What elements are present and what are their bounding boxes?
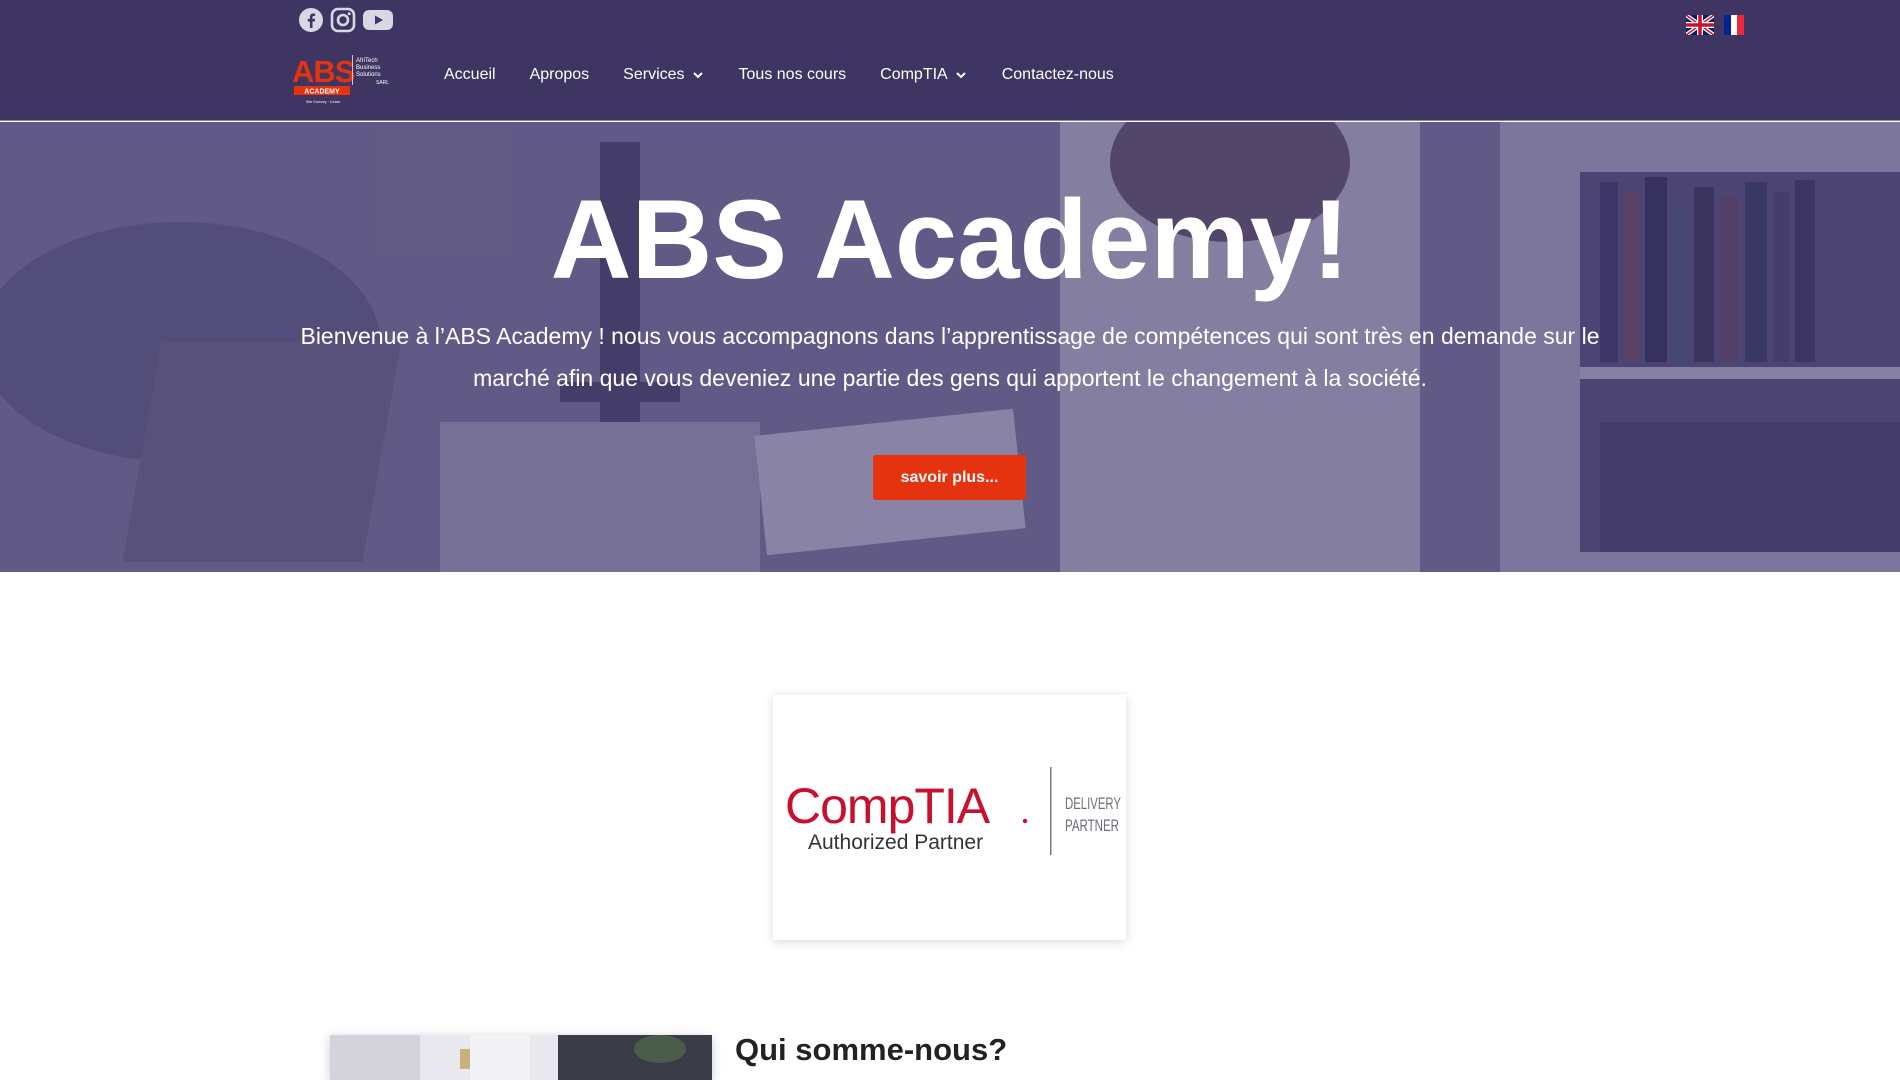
nav-apropos[interactable]: Apropos	[530, 66, 590, 84]
hero-banner: ABS Academy! Bienvenue à l’ABS Academy !…	[0, 122, 1900, 572]
comptia-brand: CompTIA	[785, 778, 991, 834]
instagram-icon[interactable]	[330, 7, 356, 33]
site-header: ABS ACADEMY AfriTech Business Solutions …	[0, 0, 1900, 121]
main-nav: Accueil Apropos Services Tous nos cours …	[444, 66, 1148, 84]
nav-tous-nos-cours[interactable]: Tous nos cours	[739, 66, 847, 84]
nav-label: Tous nos cours	[738, 66, 847, 83]
nav-label: Accueil	[444, 66, 496, 83]
learn-more-button[interactable]: savoir plus...	[873, 455, 1026, 500]
svg-text:We Convey · Learn: We Convey · Learn	[306, 99, 340, 104]
social-links	[298, 7, 394, 33]
nav-label: Apropos	[529, 66, 590, 83]
hero-title: ABS Academy!	[550, 177, 1350, 302]
site-logo[interactable]: ABS ACADEMY AfriTech Business Solutions …	[290, 50, 390, 106]
partner-label: PARTNER	[1065, 816, 1119, 835]
facebook-icon[interactable]	[298, 7, 324, 33]
youtube-icon[interactable]	[362, 7, 394, 33]
chevron-down-icon	[954, 68, 968, 82]
svg-text:AfriTech: AfriTech	[356, 58, 378, 64]
nav-comptia[interactable]: CompTIA	[880, 66, 968, 84]
chevron-down-icon	[691, 68, 705, 82]
about-image	[330, 1035, 712, 1080]
comptia-authorized: Authorized Partner	[808, 831, 983, 854]
uk-flag-icon[interactable]	[1684, 13, 1716, 37]
nav-label: Contactez-nous	[1001, 66, 1114, 83]
nav-label: Services	[623, 66, 685, 83]
delivery-label: DELIVERY	[1065, 794, 1121, 813]
nav-label: CompTIA	[880, 66, 948, 83]
fr-flag-icon[interactable]	[1724, 15, 1744, 35]
nav-services[interactable]: Services	[623, 66, 704, 84]
logo-sub: ACADEMY	[304, 89, 340, 96]
svg-text:Business: Business	[356, 65, 380, 71]
about-title: Qui somme-nous?	[735, 1032, 1008, 1067]
hero-description: Bienvenue à l’ABS Academy ! nous vous ac…	[300, 323, 1600, 391]
svg-text:Solutions: Solutions	[356, 72, 381, 78]
logo-brand: ABS	[292, 54, 355, 89]
comptia-partner-card: CompTIA Authorized Partner DELIVERY PART…	[773, 695, 1126, 940]
language-switcher	[1684, 13, 1744, 37]
comptia-logo: CompTIA Authorized Partner DELIVERY PART…	[781, 767, 1121, 867]
nav-contactez-nous[interactable]: Contactez-nous	[1002, 66, 1114, 84]
nav-accueil[interactable]: Accueil	[444, 66, 496, 84]
svg-text:SARL: SARL	[376, 80, 389, 86]
